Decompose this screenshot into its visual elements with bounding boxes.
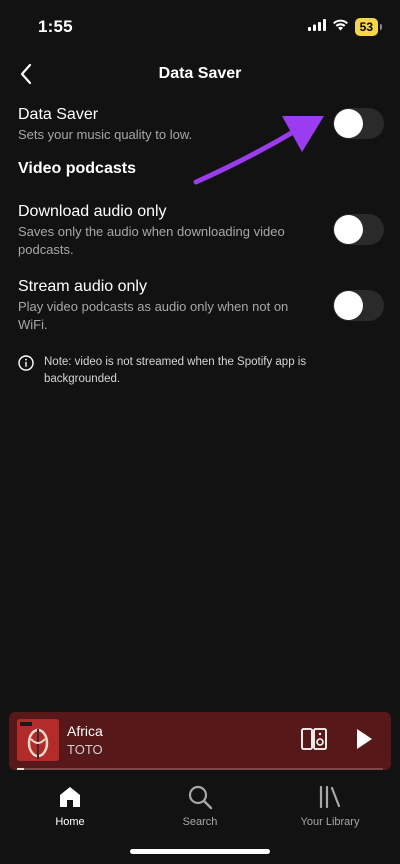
info-note: Note: video is not streamed when the Spo… — [18, 354, 358, 388]
info-icon — [18, 355, 34, 371]
setting-description: Play video podcasts as audio only when n… — [18, 299, 289, 332]
stream-audio-only-toggle[interactable] — [333, 290, 384, 321]
track-artist: TOTO — [67, 742, 103, 757]
nav-header: Data Saver — [0, 54, 400, 94]
connect-device-button[interactable] — [301, 728, 327, 755]
play-icon — [357, 729, 372, 749]
wifi-icon — [332, 18, 349, 36]
download-audio-only-toggle[interactable] — [333, 214, 384, 245]
album-art — [17, 719, 59, 761]
note-text: Note: video is not streamed when the Spo… — [44, 356, 307, 385]
home-icon — [60, 787, 80, 807]
home-indicator — [130, 849, 270, 854]
section-heading-video-podcasts: Video podcasts — [18, 160, 136, 177]
status-bar: 1:55 53 — [0, 0, 400, 54]
setting-description: Saves only the audio when downloading vi… — [18, 224, 285, 257]
battery-indicator: 53 — [354, 18, 383, 36]
tab-label: Home — [55, 816, 85, 828]
data-saver-toggle[interactable] — [333, 108, 384, 139]
toggle-knob — [334, 291, 363, 320]
back-button[interactable] — [10, 58, 42, 90]
setting-title: Download audio only — [18, 203, 167, 220]
signal-icon — [307, 18, 326, 36]
chevron-left-icon — [20, 63, 32, 85]
toggle-knob — [334, 109, 363, 138]
playback-progress-fill — [17, 768, 25, 770]
library-icon — [319, 785, 341, 809]
setting-title: Stream audio only — [18, 278, 147, 295]
page-title: Data Saver — [158, 65, 242, 82]
status-indicators: 53 — [307, 18, 383, 36]
tab-label: Your Library — [300, 816, 360, 828]
devices-icon — [301, 728, 327, 750]
play-button[interactable] — [355, 728, 373, 755]
toggle-knob — [334, 215, 363, 244]
annotation-arrow-icon — [193, 116, 324, 185]
track-title: Africa — [67, 723, 103, 739]
mini-player[interactable]: Africa TOTO — [9, 712, 391, 770]
tab-label: Search — [182, 816, 218, 828]
search-icon — [188, 785, 213, 810]
tab-your-library[interactable]: Your Library — [282, 772, 378, 864]
status-time: 1:55 — [38, 17, 73, 36]
tab-home[interactable]: Home — [22, 772, 118, 864]
playback-progress-bar[interactable] — [17, 768, 383, 770]
